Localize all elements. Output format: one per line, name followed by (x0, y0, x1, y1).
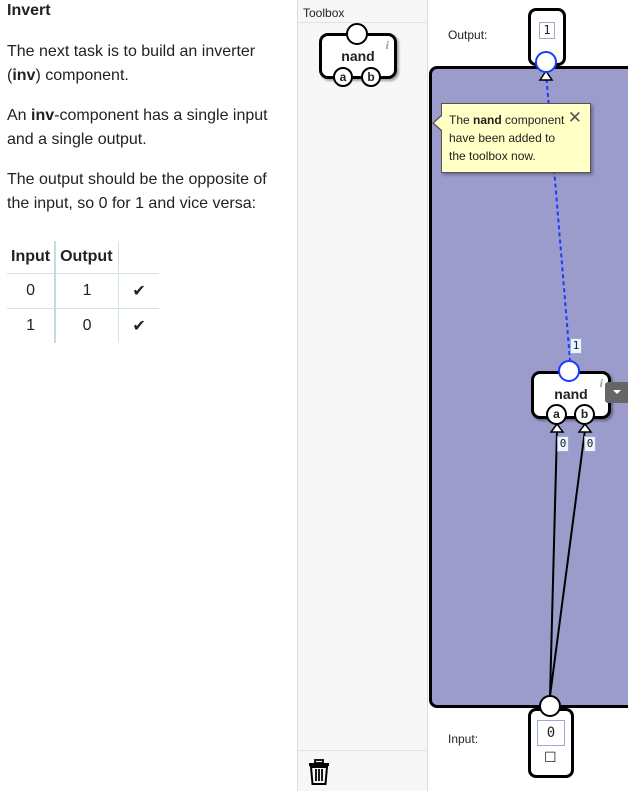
level-paragraph-1: The next task is to build an inverter (i… (7, 40, 282, 88)
component-name: nand (341, 48, 375, 64)
table-row: 1 0 ✔ (7, 308, 160, 343)
input-pin-a: a (333, 67, 353, 87)
output-cell: 1 (54, 273, 120, 309)
close-icon[interactable]: ✕ (568, 109, 582, 126)
output-node-connector[interactable] (535, 51, 557, 73)
trash-icon[interactable] (308, 759, 330, 785)
output-pin (346, 23, 368, 45)
input-label: Input: (448, 732, 479, 746)
table-row: 0 1 ✔ (7, 273, 160, 309)
gate-input-pin-a[interactable]: a (546, 404, 567, 425)
column-header-output: Output (54, 241, 120, 274)
chevron-down-icon (613, 390, 621, 394)
column-header-status (119, 241, 160, 274)
gate-input-a-value: 0 (557, 436, 569, 452)
paragraph-text: An (7, 107, 32, 124)
level-title: Invert (7, 2, 51, 19)
toolbox-title: Toolbox (303, 6, 345, 20)
tooltip-text: The nand component have been added to th… (449, 111, 571, 165)
input-value: 0 (537, 720, 565, 746)
gate-input-pin-b[interactable]: b (574, 404, 595, 425)
paragraph-text: ) component. (35, 67, 129, 84)
input-node-connector[interactable] (539, 695, 561, 717)
input-pin-b: b (361, 67, 381, 87)
gate-input-b-value: 0 (584, 436, 596, 452)
toolbox-divider (298, 22, 427, 23)
level-paragraph-3: The output should be the opposite of the… (7, 171, 267, 212)
tooltip-text-part: The (449, 113, 474, 127)
level-description-panel: Invert The next task is to build an inve… (0, 0, 297, 791)
output-value: 1 (539, 22, 555, 39)
tooltip-component-name: nand (473, 113, 502, 127)
tooltip-popup: The nand component have been added to th… (432, 103, 591, 173)
gate-menu-dropdown[interactable] (605, 382, 628, 403)
gate-output-value: 1 (570, 338, 582, 354)
check-icon: ✔ (118, 308, 160, 343)
check-icon: ✔ (118, 273, 160, 309)
input-toggle-checkbox[interactable]: ☐ (544, 749, 557, 766)
gate-name: nand (554, 386, 588, 402)
tooltip-arrow-fill (434, 115, 443, 131)
truth-table-header: Input Output (7, 241, 159, 274)
component-name-emphasis: inv (31, 107, 55, 124)
input-cell: 0 (7, 273, 56, 309)
toolbox-panel: Toolbox i nand a b (297, 0, 428, 791)
input-cell: 1 (7, 308, 56, 343)
output-cell: 0 (54, 308, 120, 343)
trash-divider (298, 750, 427, 751)
column-header-input: Input (11, 248, 51, 265)
level-paragraph-2: An inv-component has a single input and … (7, 104, 282, 152)
gate-output-pin[interactable] (558, 360, 580, 382)
output-label: Output: (448, 28, 488, 42)
component-name-emphasis: inv (12, 67, 36, 84)
truth-table: Input Output 0 1 ✔ 1 0 ✔ (7, 241, 160, 343)
